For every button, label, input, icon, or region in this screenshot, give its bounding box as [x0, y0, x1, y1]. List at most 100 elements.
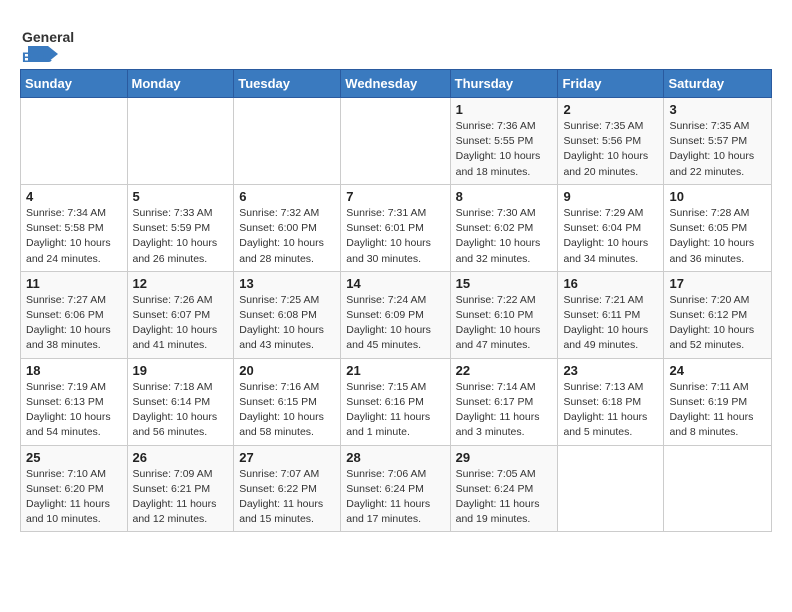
calendar-day-cell	[21, 98, 128, 185]
calendar-day-cell: 3 Sunrise: 7:35 AM Sunset: 5:57 PM Daylig…	[664, 98, 772, 185]
day-info: Sunrise: 7:24 AM Sunset: 6:09 PM Dayligh…	[346, 293, 444, 354]
day-number: 5	[133, 189, 229, 204]
day-number: 4	[26, 189, 122, 204]
calendar-table: SundayMondayTuesdayWednesdayThursdayFrid…	[20, 69, 772, 532]
day-number: 15	[456, 276, 553, 291]
day-number: 28	[346, 450, 444, 465]
calendar-day-cell: 15 Sunrise: 7:22 AM Sunset: 6:10 PM Dayli…	[450, 271, 558, 358]
day-number: 20	[239, 363, 335, 378]
day-info: Sunrise: 7:33 AM Sunset: 5:59 PM Dayligh…	[133, 206, 229, 267]
calendar-day-cell: 9 Sunrise: 7:29 AM Sunset: 6:04 PM Daylig…	[558, 184, 664, 271]
calendar-week-row: 25Sunrise: 7:10 AM Sunset: 6:20 PM Dayli…	[21, 445, 772, 532]
day-info: Sunrise: 7:32 AM Sunset: 6:00 PM Dayligh…	[239, 206, 335, 267]
day-info: Sunrise: 7:31 AM Sunset: 6:01 PM Dayligh…	[346, 206, 444, 267]
day-info: Sunrise: 7:21 AM Sunset: 6:11 PM Dayligh…	[563, 293, 658, 354]
weekday-header-cell: Tuesday	[234, 70, 341, 98]
calendar-day-cell: 28Sunrise: 7:06 AM Sunset: 6:24 PM Dayli…	[341, 445, 450, 532]
calendar-day-cell: 8 Sunrise: 7:30 AM Sunset: 6:02 PM Daylig…	[450, 184, 558, 271]
day-number: 19	[133, 363, 229, 378]
calendar-day-cell: 1 Sunrise: 7:36 AM Sunset: 5:55 PM Daylig…	[450, 98, 558, 185]
calendar-body: 1 Sunrise: 7:36 AM Sunset: 5:55 PM Daylig…	[21, 98, 772, 532]
day-number: 3	[669, 102, 766, 117]
day-info: Sunrise: 7:11 AM Sunset: 6:19 PM Dayligh…	[669, 380, 766, 441]
day-info: Sunrise: 7:15 AM Sunset: 6:16 PM Dayligh…	[346, 380, 444, 441]
day-number: 6	[239, 189, 335, 204]
day-info: Sunrise: 7:20 AM Sunset: 6:12 PM Dayligh…	[669, 293, 766, 354]
logo: General Blue	[20, 24, 130, 69]
day-info: Sunrise: 7:09 AM Sunset: 6:21 PM Dayligh…	[133, 467, 229, 528]
calendar-day-cell: 19 Sunrise: 7:18 AM Sunset: 6:14 PM Dayli…	[127, 358, 234, 445]
calendar-day-cell: 11Sunrise: 7:27 AM Sunset: 6:06 PM Dayli…	[21, 271, 128, 358]
day-number: 17	[669, 276, 766, 291]
day-number: 1	[456, 102, 553, 117]
calendar-day-cell: 16Sunrise: 7:21 AM Sunset: 6:11 PM Dayli…	[558, 271, 664, 358]
day-info: Sunrise: 7:07 AM Sunset: 6:22 PM Dayligh…	[239, 467, 335, 528]
calendar-day-cell: 26 Sunrise: 7:09 AM Sunset: 6:21 PM Dayli…	[127, 445, 234, 532]
calendar-day-cell	[127, 98, 234, 185]
day-number: 7	[346, 189, 444, 204]
day-number: 8	[456, 189, 553, 204]
weekday-header-cell: Wednesday	[341, 70, 450, 98]
day-number: 11	[26, 276, 122, 291]
calendar-day-cell: 7 Sunrise: 7:31 AM Sunset: 6:01 PM Daylig…	[341, 184, 450, 271]
weekday-header-cell: Saturday	[664, 70, 772, 98]
day-info: Sunrise: 7:10 AM Sunset: 6:20 PM Dayligh…	[26, 467, 122, 528]
calendar-day-cell: 5 Sunrise: 7:33 AM Sunset: 5:59 PM Daylig…	[127, 184, 234, 271]
calendar-day-cell	[558, 445, 664, 532]
calendar-day-cell: 22Sunrise: 7:14 AM Sunset: 6:17 PM Dayli…	[450, 358, 558, 445]
calendar-day-cell: 18 Sunrise: 7:19 AM Sunset: 6:13 PM Dayli…	[21, 358, 128, 445]
day-number: 24	[669, 363, 766, 378]
svg-text:General: General	[22, 29, 74, 45]
calendar-week-row: 4Sunrise: 7:34 AM Sunset: 5:58 PM Daylig…	[21, 184, 772, 271]
day-info: Sunrise: 7:14 AM Sunset: 6:17 PM Dayligh…	[456, 380, 553, 441]
day-number: 9	[563, 189, 658, 204]
svg-text:Blue: Blue	[22, 49, 53, 64]
calendar-day-cell	[664, 445, 772, 532]
day-number: 23	[563, 363, 658, 378]
day-info: Sunrise: 7:36 AM Sunset: 5:55 PM Dayligh…	[456, 119, 553, 180]
day-info: Sunrise: 7:35 AM Sunset: 5:57 PM Dayligh…	[669, 119, 766, 180]
calendar-day-cell: 20 Sunrise: 7:16 AM Sunset: 6:15 PM Dayli…	[234, 358, 341, 445]
calendar-day-cell	[234, 98, 341, 185]
day-info: Sunrise: 7:30 AM Sunset: 6:02 PM Dayligh…	[456, 206, 553, 267]
weekday-header-row: SundayMondayTuesdayWednesdayThursdayFrid…	[21, 70, 772, 98]
day-number: 21	[346, 363, 444, 378]
calendar-day-cell: 13 Sunrise: 7:25 AM Sunset: 6:08 PM Dayli…	[234, 271, 341, 358]
day-number: 10	[669, 189, 766, 204]
weekday-header-cell: Sunday	[21, 70, 128, 98]
calendar-week-row: 1 Sunrise: 7:36 AM Sunset: 5:55 PM Daylig…	[21, 98, 772, 185]
day-number: 18	[26, 363, 122, 378]
day-info: Sunrise: 7:35 AM Sunset: 5:56 PM Dayligh…	[563, 119, 658, 180]
day-number: 14	[346, 276, 444, 291]
calendar-day-cell: 6 Sunrise: 7:32 AM Sunset: 6:00 PM Daylig…	[234, 184, 341, 271]
weekday-header-cell: Friday	[558, 70, 664, 98]
day-info: Sunrise: 7:18 AM Sunset: 6:14 PM Dayligh…	[133, 380, 229, 441]
day-number: 26	[133, 450, 229, 465]
calendar-day-cell: 2 Sunrise: 7:35 AM Sunset: 5:56 PM Daylig…	[558, 98, 664, 185]
day-number: 2	[563, 102, 658, 117]
calendar-day-cell: 4Sunrise: 7:34 AM Sunset: 5:58 PM Daylig…	[21, 184, 128, 271]
day-info: Sunrise: 7:29 AM Sunset: 6:04 PM Dayligh…	[563, 206, 658, 267]
weekday-header-cell: Monday	[127, 70, 234, 98]
calendar-day-cell: 21 Sunrise: 7:15 AM Sunset: 6:16 PM Dayli…	[341, 358, 450, 445]
calendar-day-cell	[341, 98, 450, 185]
day-number: 29	[456, 450, 553, 465]
day-info: Sunrise: 7:05 AM Sunset: 6:24 PM Dayligh…	[456, 467, 553, 528]
calendar-day-cell: 27Sunrise: 7:07 AM Sunset: 6:22 PM Dayli…	[234, 445, 341, 532]
calendar-day-cell: 17 Sunrise: 7:20 AM Sunset: 6:12 PM Dayli…	[664, 271, 772, 358]
calendar-day-cell: 10 Sunrise: 7:28 AM Sunset: 6:05 PM Dayli…	[664, 184, 772, 271]
day-info: Sunrise: 7:19 AM Sunset: 6:13 PM Dayligh…	[26, 380, 122, 441]
calendar-day-cell: 14 Sunrise: 7:24 AM Sunset: 6:09 PM Dayli…	[341, 271, 450, 358]
day-info: Sunrise: 7:22 AM Sunset: 6:10 PM Dayligh…	[456, 293, 553, 354]
day-number: 13	[239, 276, 335, 291]
day-info: Sunrise: 7:13 AM Sunset: 6:18 PM Dayligh…	[563, 380, 658, 441]
day-number: 12	[133, 276, 229, 291]
day-info: Sunrise: 7:26 AM Sunset: 6:07 PM Dayligh…	[133, 293, 229, 354]
calendar-day-cell: 12 Sunrise: 7:26 AM Sunset: 6:07 PM Dayli…	[127, 271, 234, 358]
calendar-week-row: 11Sunrise: 7:27 AM Sunset: 6:06 PM Dayli…	[21, 271, 772, 358]
calendar-day-cell: 29 Sunrise: 7:05 AM Sunset: 6:24 PM Dayli…	[450, 445, 558, 532]
day-info: Sunrise: 7:25 AM Sunset: 6:08 PM Dayligh…	[239, 293, 335, 354]
day-info: Sunrise: 7:28 AM Sunset: 6:05 PM Dayligh…	[669, 206, 766, 267]
calendar-day-cell: 25Sunrise: 7:10 AM Sunset: 6:20 PM Dayli…	[21, 445, 128, 532]
day-info: Sunrise: 7:16 AM Sunset: 6:15 PM Dayligh…	[239, 380, 335, 441]
